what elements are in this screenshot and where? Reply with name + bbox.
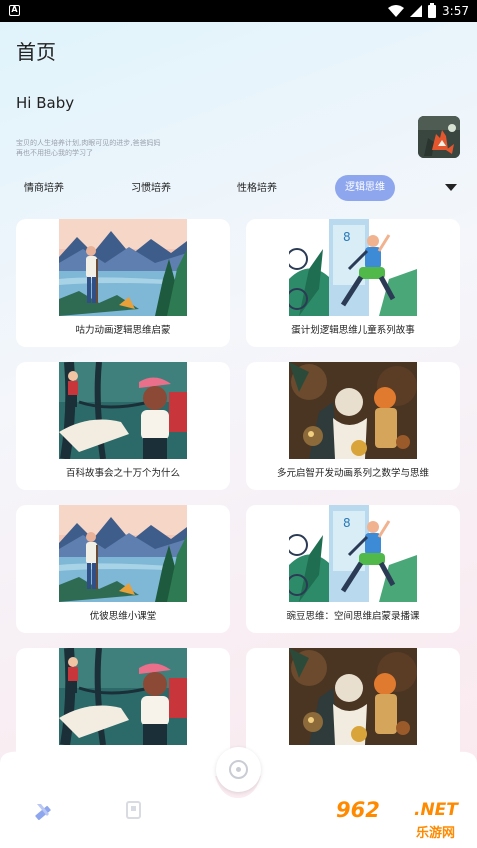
course-card[interactable]: 多元启智开发动画系列之数学与思维 bbox=[246, 362, 460, 490]
lake-hiker-illustration bbox=[59, 505, 187, 602]
category-tabs: 情商培养 习惯培养 性格培养 逻辑思维 bbox=[0, 175, 477, 201]
pencil-ruler-icon[interactable] bbox=[33, 800, 53, 820]
greeting-text: Hi Baby bbox=[16, 94, 75, 112]
course-card[interactable]: 豌豆思维：空间思维启蒙录播课 bbox=[246, 505, 460, 633]
status-time: 3:57 bbox=[442, 4, 469, 18]
fantasy-characters-illustration bbox=[289, 648, 417, 745]
tab-logic-thinking[interactable]: 逻辑思维 bbox=[335, 175, 395, 201]
site-watermark: 962 .NET 乐游网 bbox=[336, 798, 473, 844]
course-title: 优彼思维小课堂 bbox=[89, 611, 157, 622]
course-title: 百科故事会之十万个为什么 bbox=[65, 468, 180, 479]
avatar[interactable] bbox=[418, 116, 460, 158]
runner-door-illustration bbox=[289, 219, 417, 316]
course-title: 多元启智开发动画系列之数学与思维 bbox=[276, 468, 429, 479]
book-icon[interactable] bbox=[124, 800, 144, 820]
forest-boy-illustration bbox=[59, 648, 187, 745]
play-disc-icon bbox=[229, 760, 248, 779]
fox-avatar-image bbox=[418, 116, 460, 158]
signal-icon bbox=[410, 5, 423, 17]
course-card[interactable]: 百科故事会之十万个为什么 bbox=[16, 362, 230, 490]
watermark-site-name: 乐游网 bbox=[416, 826, 456, 841]
course-card[interactable]: 优彼思维小课堂 bbox=[16, 505, 230, 633]
forest-boy-illustration bbox=[59, 362, 187, 459]
tab-emotional[interactable]: 情商培养 bbox=[24, 179, 64, 194]
lake-hiker-illustration bbox=[59, 219, 187, 316]
course-card[interactable]: 咕力动画逻辑思维启蒙 bbox=[16, 219, 230, 347]
center-play-button[interactable] bbox=[216, 747, 261, 792]
watermark-number: 962 bbox=[336, 798, 380, 822]
watermark-domain: .NET bbox=[414, 800, 458, 820]
page-title: 首页 bbox=[16, 40, 56, 64]
fantasy-characters-illustration bbox=[289, 362, 417, 459]
course-title: 咕力动画逻辑思维启蒙 bbox=[75, 325, 171, 336]
runner-door-illustration bbox=[289, 505, 417, 602]
battery-icon bbox=[428, 2, 437, 18]
tab-character[interactable]: 性格培养 bbox=[237, 179, 277, 194]
course-title: 蛋计划逻辑思维儿童系列故事 bbox=[291, 325, 415, 336]
greeting-description: 宝贝的人生培养计划,肉眼可见的进步,爸爸妈妈再也不用担心我的学习了 bbox=[16, 139, 161, 157]
chevron-down-icon[interactable] bbox=[445, 184, 457, 191]
wifi-icon bbox=[388, 5, 405, 17]
tab-habits[interactable]: 习惯培养 bbox=[131, 179, 171, 194]
notification-a-icon: A bbox=[9, 5, 20, 16]
course-card[interactable]: 蛋计划逻辑思维儿童系列故事 bbox=[246, 219, 460, 347]
status-bar: A 3:57 bbox=[0, 0, 477, 22]
course-title: 豌豆思维：空间思维启蒙录播课 bbox=[286, 611, 420, 622]
